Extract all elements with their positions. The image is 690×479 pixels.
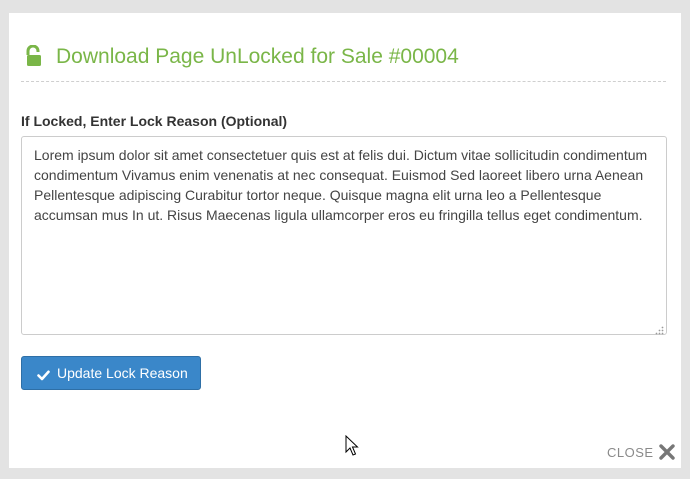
modal-header: Download Page UnLocked for Sale #00004 bbox=[21, 43, 666, 82]
close-button[interactable]: CLOSE bbox=[607, 444, 675, 460]
close-label: CLOSE bbox=[607, 444, 654, 460]
modal-title: Download Page UnLocked for Sale #00004 bbox=[56, 45, 459, 68]
update-lock-reason-button[interactable]: Update Lock Reason bbox=[21, 356, 201, 390]
lock-reason-modal: Download Page UnLocked for Sale #00004 I… bbox=[9, 13, 681, 468]
update-button-label: Update Lock Reason bbox=[57, 365, 188, 381]
mouse-pointer-icon bbox=[345, 434, 359, 457]
close-icon[interactable] bbox=[658, 444, 675, 460]
unlock-icon bbox=[24, 44, 44, 67]
resize-grip-icon[interactable] bbox=[654, 323, 664, 335]
lock-reason-textarea[interactable]: Lorem ipsum dolor sit amet consectetuer … bbox=[21, 136, 667, 335]
lock-reason-label: If Locked, Enter Lock Reason (Optional) bbox=[21, 113, 288, 129]
check-icon bbox=[37, 368, 50, 380]
